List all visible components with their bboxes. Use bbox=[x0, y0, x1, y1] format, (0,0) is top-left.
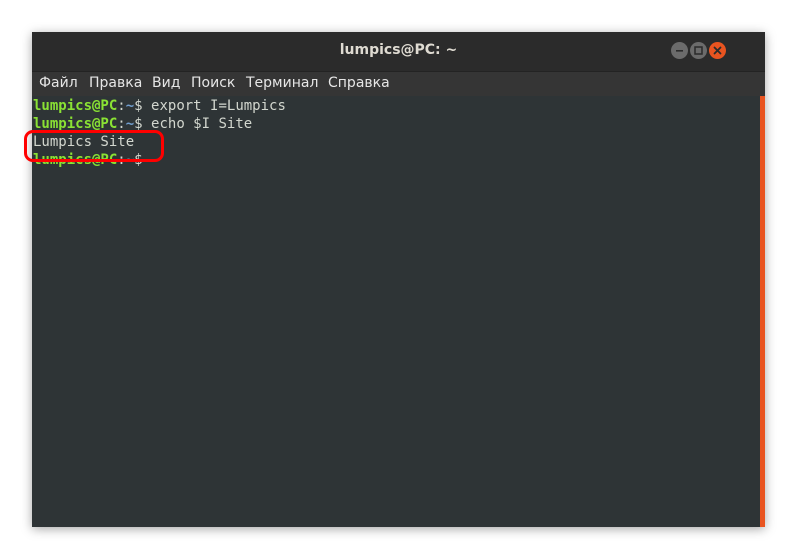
prompt-user: lumpics@PC bbox=[33, 98, 118, 114]
maximize-icon bbox=[694, 46, 703, 55]
prompt-path: ~ bbox=[125, 98, 135, 114]
menu-view[interactable]: Вид bbox=[152, 75, 180, 91]
menu-bar: Файл Правка Вид Поиск Терминал Справка bbox=[32, 72, 765, 96]
command-text: export I=Lumpics bbox=[142, 98, 286, 114]
command-text: echo $I Site bbox=[142, 116, 253, 132]
prompt-colon: : bbox=[117, 98, 126, 114]
window-title: lumpics@PC: ~ bbox=[339, 42, 458, 58]
maximize-button[interactable] bbox=[690, 42, 707, 59]
prompt-dollar: $ bbox=[134, 98, 143, 114]
scrollbar[interactable] bbox=[760, 96, 765, 527]
terminal-window: lumpics@PC: ~ Файл Правка Вид Поиск Терм… bbox=[32, 32, 765, 527]
menu-edit[interactable]: Правка bbox=[89, 75, 142, 91]
menu-help[interactable]: Справка bbox=[328, 75, 390, 91]
close-icon bbox=[713, 46, 722, 55]
close-button[interactable] bbox=[709, 42, 726, 59]
title-bar[interactable]: lumpics@PC: ~ bbox=[32, 32, 765, 72]
minimize-icon bbox=[676, 50, 683, 52]
terminal-line: lumpics@PC:~$ export I=Lumpics bbox=[33, 97, 286, 115]
menu-file[interactable]: Файл bbox=[39, 75, 78, 91]
menu-terminal[interactable]: Терминал bbox=[246, 75, 318, 91]
menu-search[interactable]: Поиск bbox=[191, 75, 235, 91]
highlight-callout bbox=[24, 130, 164, 162]
minimize-button[interactable] bbox=[671, 42, 688, 59]
